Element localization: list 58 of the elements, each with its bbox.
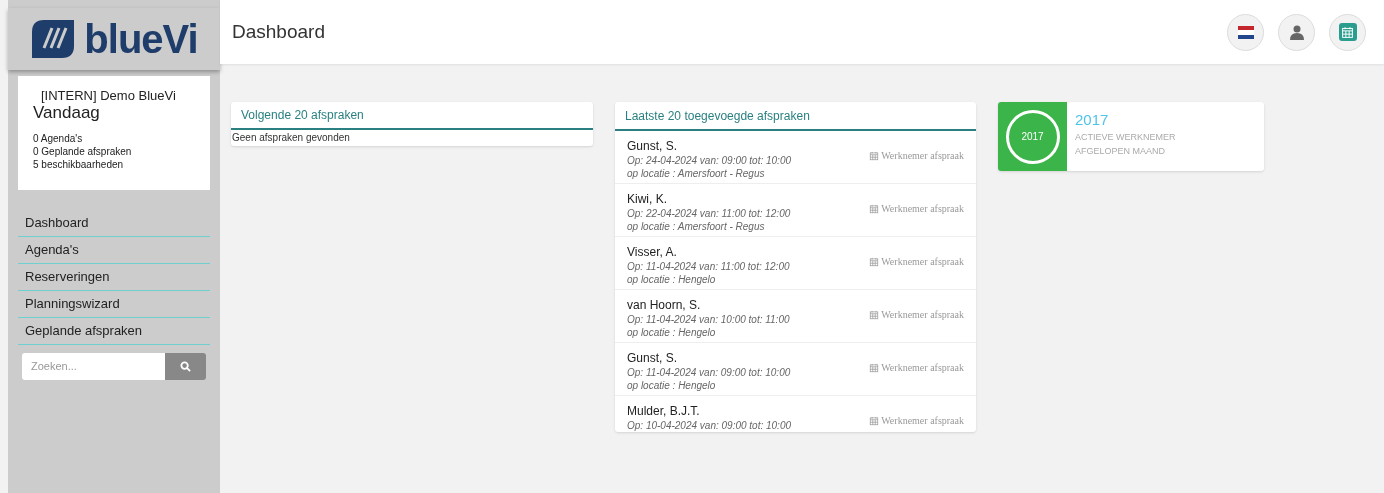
calendar-button[interactable] — [1329, 13, 1366, 51]
appointment-name: Mulder, B.J.T. — [627, 404, 701, 418]
appointment-location: op locatie : Amersfoort - Regus — [627, 167, 766, 180]
summary-stat: 5 beschikbaarheden — [33, 158, 125, 171]
appointment-name: Visser, A. — [627, 245, 678, 259]
calendar-icon — [869, 309, 880, 320]
appointment-name: Kiwi, K. — [627, 192, 668, 206]
empty-message: Geen afspraken gevonden — [231, 131, 351, 145]
appointment-time: Op: 10-04-2024 van: 09:00 tot: 10:00 — [627, 419, 791, 432]
appointment-name: Gunst, S. — [627, 351, 679, 365]
appointment-type: Werknemer afspraak — [881, 361, 964, 375]
appointment-name: van Hoorn, S. — [627, 298, 702, 312]
appointment-name: Gunst, S. — [627, 139, 679, 153]
calendar-icon — [869, 150, 880, 161]
appointment-location: op locatie : Hengelo — [627, 326, 717, 339]
nav-item[interactable]: Reserveringen — [18, 264, 210, 291]
appointment-time: Op: 11-04-2024 van: 11:00 tot: 12:00 — [627, 260, 790, 273]
nav-item[interactable]: Agenda's — [18, 237, 210, 264]
nav-item[interactable]: Planningswizard — [18, 291, 210, 318]
search-button[interactable] — [165, 353, 206, 380]
summary-heading: Vandaag — [33, 103, 101, 123]
calendar-icon — [1341, 25, 1354, 39]
stat-label: AFGELOPEN MAAND — [1075, 145, 1167, 158]
summary-stat: 0 Geplande afspraken — [33, 145, 133, 158]
card-title: Laatste 20 toegevoegde afspraken — [615, 102, 976, 131]
flag-icon — [1237, 25, 1254, 39]
appointment-type: Werknemer afspraak — [881, 414, 964, 428]
stat-label: ACTIEVE WERKNEMER — [1075, 131, 1176, 144]
appointment-location: op locatie : Amersfoort - Regus — [627, 220, 766, 233]
organisation-name: [INTERN] Demo BlueVi — [40, 88, 177, 103]
search-icon — [180, 361, 191, 372]
appointment-time: Op: 11-04-2024 van: 10:00 tot: 11:00 — [627, 313, 790, 326]
calendar-icon — [869, 362, 880, 373]
appointment-type: Werknemer afspraak — [881, 202, 964, 216]
user-icon — [1289, 24, 1304, 40]
appointment-type: Werknemer afspraak — [881, 255, 964, 269]
nav-item[interactable]: Geplande afspraken — [18, 318, 210, 345]
calendar-icon — [869, 256, 880, 267]
appointment-location: op locatie : Hengelo — [627, 379, 717, 392]
appointment-type: Werknemer afspraak — [881, 149, 964, 163]
user-button[interactable] — [1278, 13, 1315, 51]
search-field[interactable]: Zoeken... — [22, 353, 165, 380]
stat-value: 2017 — [1075, 111, 1110, 129]
appointment-location: op locatie : Hengelo — [627, 273, 717, 286]
page-title: Dashboard — [232, 19, 325, 44]
language-button[interactable] — [1227, 13, 1264, 51]
appointment-time: Op: 22-04-2024 van: 11:00 tot: 12:00 — [627, 207, 791, 220]
calendar-icon — [869, 415, 880, 426]
logo-text: blueVi — [84, 19, 198, 59]
appointment-type: Werknemer afspraak — [881, 308, 964, 322]
appointment-time: Op: 24-04-2024 van: 09:00 tot: 10:00 — [627, 154, 791, 167]
logo-icon — [30, 18, 77, 60]
calendar-icon — [869, 203, 880, 214]
summary-stat: 0 Agenda's — [33, 132, 84, 145]
card-title: Volgende 20 afspraken — [231, 102, 593, 130]
stat-badge: 2017 — [1005, 109, 1060, 164]
nav-item[interactable]: Dashboard — [18, 210, 210, 237]
appointment-time: Op: 11-04-2024 van: 09:00 tot: 10:00 — [627, 366, 791, 379]
